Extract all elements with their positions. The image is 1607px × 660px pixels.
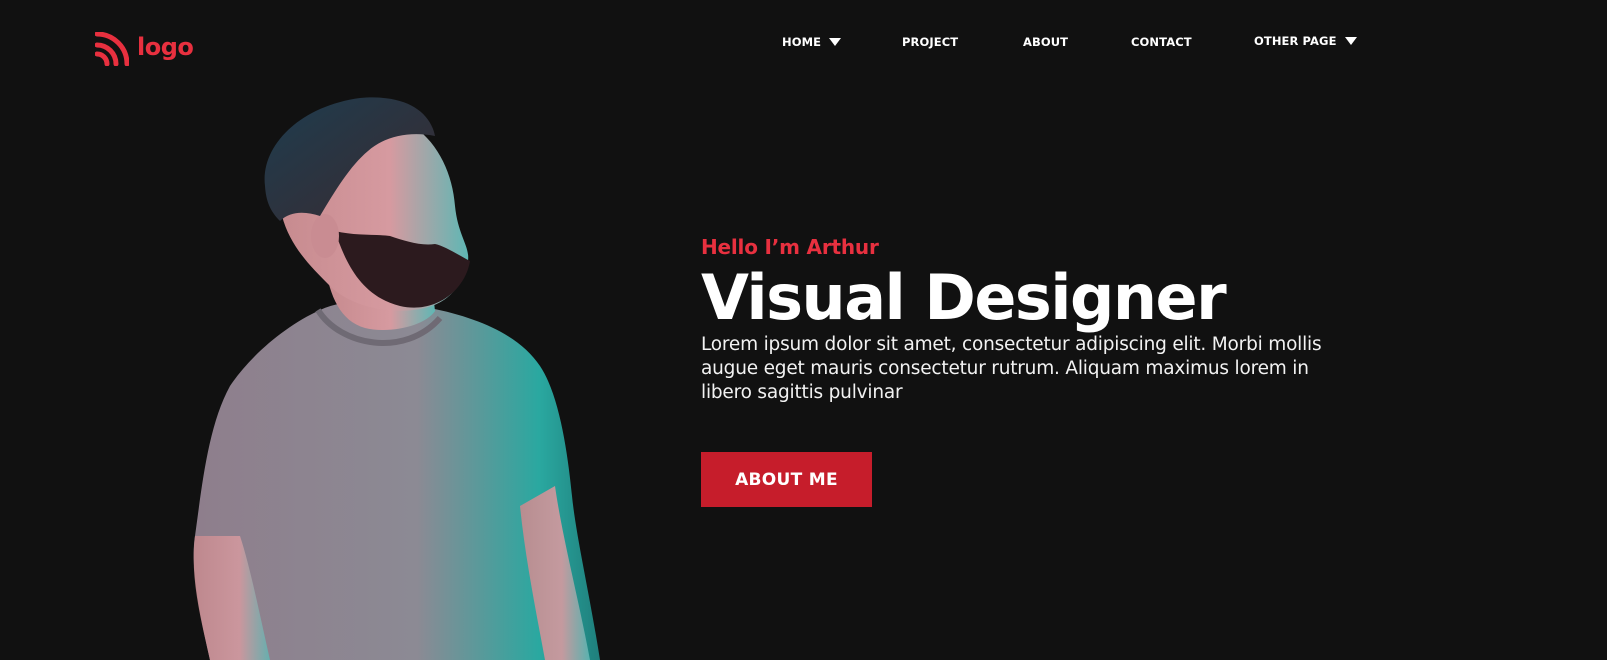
landing-page: logo HOME PROJECT ABOUT CONTACT OTHER PA… [0, 0, 1607, 660]
site-logo[interactable]: logo [95, 32, 194, 66]
nav-item-contact[interactable]: CONTACT [1131, 32, 1192, 52]
nav-item-label: HOME [782, 35, 822, 49]
hero-section: Hello I’m Arthur Visual Designer Lorem i… [701, 232, 1401, 507]
hero-greeting: Hello I’m Arthur [701, 235, 879, 259]
nav-item-label: PROJECT [902, 35, 959, 49]
caret-down-icon [1344, 37, 1357, 45]
rss-feed-icon [95, 32, 129, 66]
hero-description: Lorem ipsum dolor sit amet, consectetur … [701, 334, 1322, 403]
nav-item-home[interactable]: HOME [782, 32, 842, 52]
about-me-button[interactable]: ABOUT ME [701, 452, 872, 507]
nav-item-label: OTHER PAGE [1254, 34, 1337, 48]
nav-item-label: ABOUT [1023, 35, 1069, 49]
nav-item-label: CONTACT [1131, 35, 1192, 49]
logo-text: logo [137, 33, 194, 61]
hero-portrait-image [193, 97, 600, 660]
caret-down-icon [829, 38, 842, 46]
hero-title: Visual Designer [701, 261, 1227, 334]
nav-item-about[interactable]: ABOUT [1023, 32, 1068, 52]
nav-item-other-page[interactable]: OTHER PAGE [1254, 31, 1357, 51]
nav-item-project[interactable]: PROJECT [902, 32, 958, 52]
